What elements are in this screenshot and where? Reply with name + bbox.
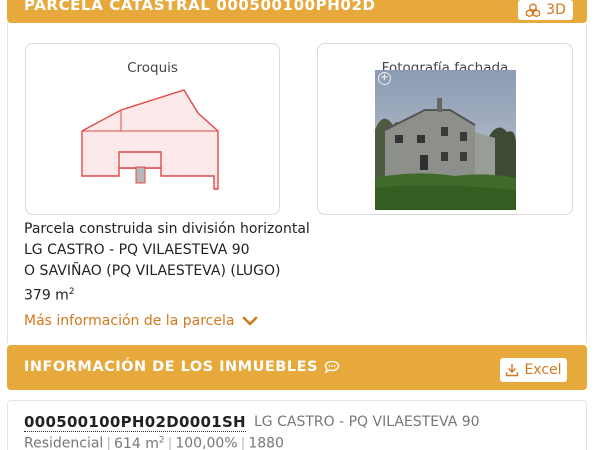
parcela-municipality: O SAVIÑAO (PQ VILAESTEVA) (LUGO)	[24, 263, 281, 279]
excel-button[interactable]: Excel	[500, 358, 567, 382]
download-icon	[506, 364, 519, 377]
parcela-address: LG CASTRO - PQ VILAESTEVA 90	[24, 242, 250, 258]
fachada-card: Fotografía fachada +	[317, 43, 573, 215]
view-3d-label: 3D	[546, 2, 566, 18]
croquis-card: Croquis	[25, 43, 280, 215]
inmuebles-title: INFORMACIÓN DE LOS INMUEBLES	[24, 359, 318, 375]
inmuebles-title-wrap: INFORMACIÓN DE LOS INMUEBLES	[24, 359, 340, 375]
parcela-type: Parcela construida sin división horizont…	[24, 221, 310, 237]
more-info-link[interactable]: Más información de la parcela	[24, 313, 258, 329]
inmueble-row: 000500100PH02D0001SH LG CASTRO - PQ VILA…	[7, 400, 587, 450]
parcela-info: Parcela construida sin división horizont…	[24, 219, 310, 307]
inmueble-address: LG CASTRO - PQ VILAESTEVA 90	[254, 414, 480, 430]
fachada-photo[interactable]: +	[375, 70, 516, 210]
excel-label: Excel	[524, 362, 562, 378]
zoom-in-icon[interactable]: +	[378, 72, 391, 85]
more-info-label: Más información de la parcela	[24, 313, 235, 329]
parcela-area: 379 m2	[24, 287, 75, 304]
comment-icon[interactable]	[324, 360, 340, 374]
cubes-icon	[526, 3, 541, 17]
inmueble-area: 614 m2	[114, 435, 165, 450]
parcel-sketch[interactable]	[81, 87, 226, 192]
inmueble-meta: Residencial | 614 m2 | 100,00% | 1880	[24, 435, 284, 450]
inmuebles-header: INFORMACIÓN DE LOS INMUEBLES Excel	[7, 345, 587, 390]
parcela-panel: Croquis Fotografía fachada + Parcela con…	[7, 23, 587, 343]
parcela-header: PARCELA CATASTRAL 000500100PH02D 3D	[7, 0, 587, 23]
inmueble-year: 1880	[248, 435, 284, 450]
croquis-title: Croquis	[127, 60, 178, 76]
view-3d-button[interactable]: 3D	[518, 0, 573, 20]
inmueble-ref-link[interactable]: 000500100PH02D0001SH	[24, 413, 246, 432]
chevron-down-icon	[243, 316, 258, 326]
parcela-title: PARCELA CATASTRAL 000500100PH02D	[24, 0, 376, 14]
inmueble-percent: 100,00%	[175, 435, 238, 450]
inmueble-use: Residencial	[24, 435, 104, 450]
